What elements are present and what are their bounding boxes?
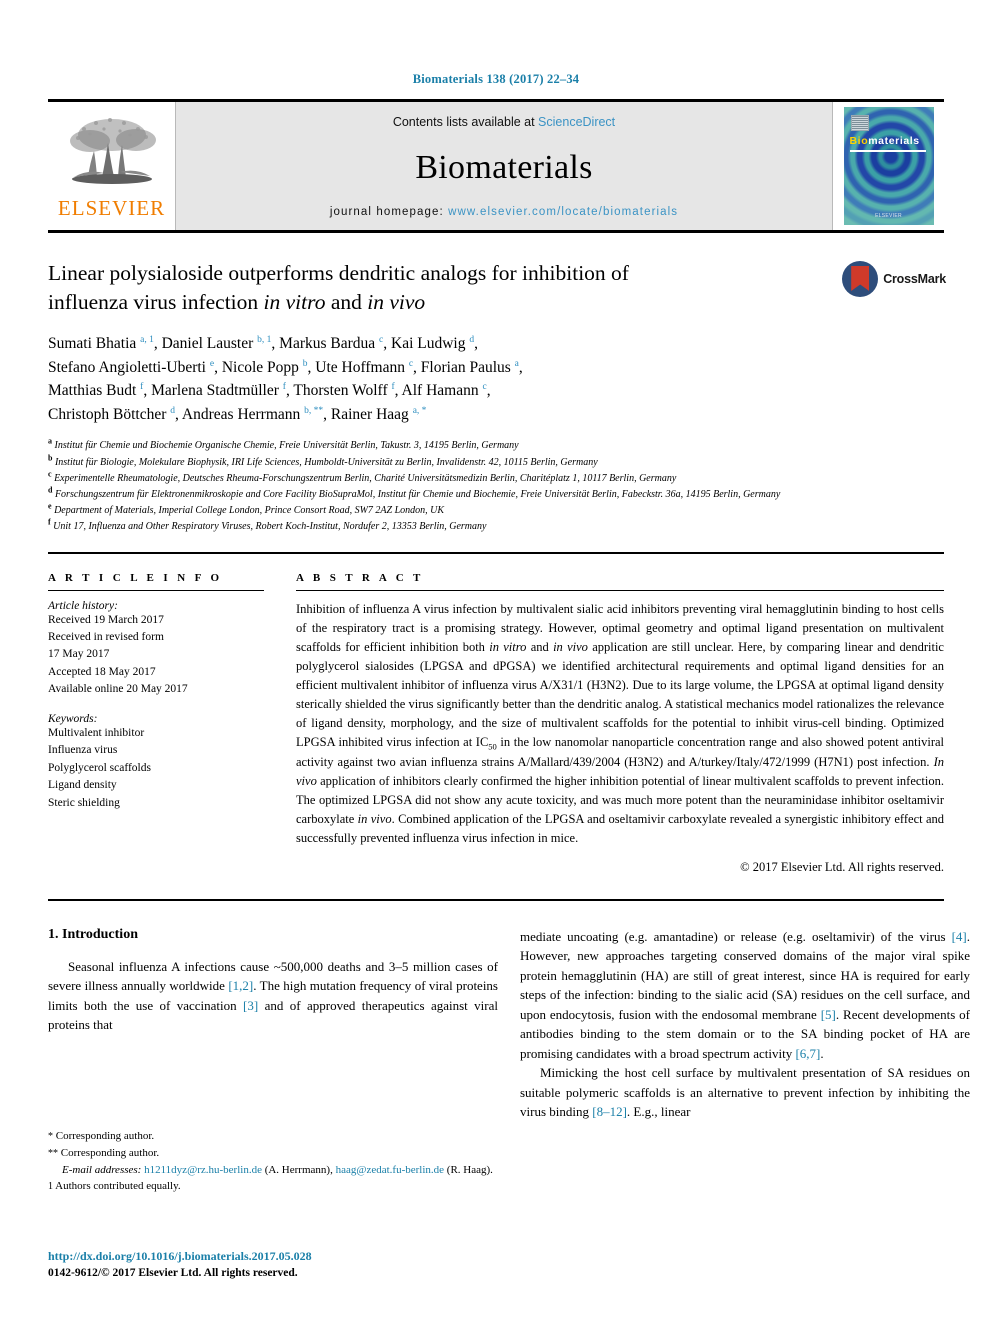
doi-link[interactable]: http://dx.doi.org/10.1016/j.biomaterials… bbox=[48, 1248, 518, 1265]
affiliation-d: d Forschungszentrum für Elektronenmikros… bbox=[48, 485, 781, 500]
abstract-body: Inhibition of influenza A virus infectio… bbox=[296, 601, 944, 845]
article-title-italic-in-vivo: in vivo bbox=[367, 289, 426, 314]
keyword-item: Steric shielding bbox=[48, 796, 120, 809]
footnote-equal-contribution: 1 Authors contributed equally. bbox=[48, 1178, 498, 1195]
contents-line: Contents lists available at ScienceDirec… bbox=[393, 115, 615, 129]
article-info-column: A R T I C L E I N F O Article history: R… bbox=[48, 572, 264, 875]
email-link-herrmann[interactable]: h1211dyz@rz.hu-berlin.de bbox=[144, 1164, 262, 1176]
article-title-line2a: influenza virus infection bbox=[48, 289, 264, 314]
footnote-mark-one: 1 bbox=[48, 1180, 53, 1192]
journal-cover-block: Biomaterials ELSEVIER bbox=[832, 102, 944, 230]
section-heading-introduction: 1. Introduction bbox=[48, 926, 138, 942]
elsevier-wordmark: ELSEVIER bbox=[57, 196, 166, 220]
divider-below-abstract bbox=[48, 898, 944, 901]
affiliation-list: a Institut für Chemie und Biochemie Orga… bbox=[48, 438, 858, 535]
journal-header-block: Contents lists available at ScienceDirec… bbox=[176, 102, 832, 230]
footnote-text-3: Authors contributed equally. bbox=[55, 1179, 181, 1192]
keywords-group: Keywords: Multivalent inhibitor Influenza… bbox=[48, 713, 264, 812]
affiliation-f: f Unit 17, Influenza and Other Respirato… bbox=[48, 517, 487, 533]
affiliation-a: a Institut für Chemie und Biochemie Orga… bbox=[48, 437, 519, 452]
article-history-item: Accepted 18 May 2017 bbox=[48, 665, 156, 678]
body-column-left: 1. Introduction Seasonal influenza A inf… bbox=[48, 927, 498, 1122]
article-history-group: Article history: Received 19 March 2017 R… bbox=[48, 600, 264, 699]
cover-title: Biomaterials bbox=[850, 135, 920, 147]
sciencedirect-link[interactable]: ScienceDirect bbox=[538, 115, 615, 129]
article-title-italic-in-vitro: in vitro bbox=[263, 289, 326, 314]
intro-paragraph-right-1: mediate uncoating (e.g. amantadine) or r… bbox=[520, 928, 970, 1061]
author-list: Sumati Bhatia a, 1, Daniel Lauster b, 1,… bbox=[48, 335, 523, 423]
article-history-item: 17 May 2017 bbox=[48, 648, 110, 661]
article-info-heading: A R T I C L E I N F O bbox=[48, 571, 223, 584]
article-history-label: Article history: bbox=[48, 599, 118, 612]
article-title: Linear polysialoside outperforms dendrit… bbox=[48, 259, 808, 316]
article-title-line2b: and bbox=[325, 289, 368, 314]
affiliation-b: b Institut für Biologie, Molekulare Biop… bbox=[48, 453, 598, 468]
crossmark-icon[interactable] bbox=[842, 261, 879, 297]
crossmark-label: CrossMark bbox=[883, 272, 946, 286]
abstract-heading: A B S T R A C T bbox=[296, 571, 424, 584]
cover-stamp-icon bbox=[850, 115, 869, 131]
cover-footer: ELSEVIER bbox=[875, 213, 902, 219]
elsevier-tree-icon bbox=[69, 118, 156, 184]
keyword-item: Influenza virus bbox=[48, 744, 118, 757]
crossmark-badge-group[interactable]: CrossMark bbox=[842, 261, 946, 297]
cover-rule bbox=[849, 150, 926, 152]
homepage-url[interactable]: www.elsevier.com/locate/biomaterials bbox=[448, 206, 678, 218]
footnote-text-2: Corresponding author. bbox=[60, 1146, 160, 1159]
journal-cover-image: Biomaterials ELSEVIER bbox=[843, 107, 934, 225]
article-history-list: Received 19 March 2017 Received in revise… bbox=[48, 612, 264, 699]
article-history-item: Received in revised form bbox=[48, 630, 164, 643]
contents-prefix: Contents lists available at bbox=[392, 115, 539, 129]
journal-masthead: ELSEVIER Contents lists available at Sci… bbox=[48, 99, 944, 233]
homepage-label: journal homepage: bbox=[329, 206, 449, 218]
cover-title-rest: materials bbox=[868, 135, 920, 147]
affiliation-e: e Department of Materials, Imperial Coll… bbox=[48, 501, 445, 517]
footnote-corresponding-2: ** Corresponding author. bbox=[48, 1145, 498, 1162]
article-history-item: Available online 20 May 2017 bbox=[48, 683, 188, 696]
abstract-copyright: © 2017 Elsevier Ltd. All rights reserved… bbox=[740, 859, 944, 874]
journal-article-page: Biomaterials 138 (2017) 22–34 ELSEVIER C… bbox=[0, 0, 992, 1323]
footnote-emails: E-mail addresses: h1211dyz@rz.hu-berlin.… bbox=[48, 1162, 498, 1178]
footnote-mark-double-asterisk: ** bbox=[48, 1147, 58, 1159]
footnote-corresponding-1: * Corresponding author. bbox=[48, 1128, 498, 1145]
doi-block: http://dx.doi.org/10.1016/j.biomaterials… bbox=[48, 1248, 518, 1282]
email-owner-haag: (R. Haag). bbox=[446, 1163, 493, 1176]
keyword-item: Polyglycerol scaffolds bbox=[48, 761, 151, 774]
article-title-line1: Linear polysialoside outperforms dendrit… bbox=[48, 261, 629, 285]
intro-paragraph-left: Seasonal influenza A infections cause ~5… bbox=[48, 958, 498, 1033]
keywords-label: Keywords: bbox=[48, 712, 98, 725]
email-owner-herrmann: (A. Herrmann), bbox=[264, 1163, 333, 1176]
keywords-list: Multivalent inhibitor Influenza virus Poly… bbox=[48, 725, 264, 812]
footnotes-block: * Corresponding author. ** Corresponding… bbox=[48, 1128, 498, 1195]
footnote-mark-asterisk: * bbox=[48, 1131, 53, 1142]
divider-above-abstract bbox=[48, 551, 944, 554]
journal-homepage-line: journal homepage: www.elsevier.com/locat… bbox=[330, 206, 678, 218]
abstract-column: A B S T R A C T Inhibition of influenza … bbox=[296, 572, 944, 875]
article-info-rule bbox=[48, 589, 264, 591]
body-column-right: mediate uncoating (e.g. amantadine) or r… bbox=[520, 927, 970, 1122]
email-addresses-label: E-mail addresses: bbox=[62, 1163, 142, 1176]
article-history-item: Received 19 March 2017 bbox=[48, 613, 164, 626]
cover-title-bio: Bio bbox=[849, 135, 869, 147]
keyword-item: Ligand density bbox=[48, 779, 117, 792]
keyword-item: Multivalent inhibitor bbox=[48, 726, 145, 739]
title-area: Linear polysialoside outperforms dendrit… bbox=[48, 259, 946, 316]
elsevier-logo-block: ELSEVIER bbox=[48, 102, 176, 230]
abstract-rule bbox=[296, 589, 944, 591]
journal-title: Biomaterials bbox=[415, 148, 593, 186]
info-abstract-row: A R T I C L E I N F O Article history: R… bbox=[48, 572, 944, 875]
running-head: Biomaterials 138 (2017) 22–34 bbox=[412, 72, 580, 86]
issn-copyright-line: 0142-9612/© 2017 Elsevier Ltd. All right… bbox=[48, 1267, 298, 1280]
affiliation-c: c Experimentelle Rheumatologie, Deutsche… bbox=[48, 469, 677, 484]
intro-paragraph-right-2: Mimicking the host cell surface by multi… bbox=[520, 1065, 970, 1120]
footnote-text-1: Corresponding author. bbox=[55, 1130, 155, 1142]
email-link-haag[interactable]: haag@zedat.fu-berlin.de bbox=[336, 1164, 444, 1176]
body-columns: 1. Introduction Seasonal influenza A inf… bbox=[48, 927, 970, 1122]
